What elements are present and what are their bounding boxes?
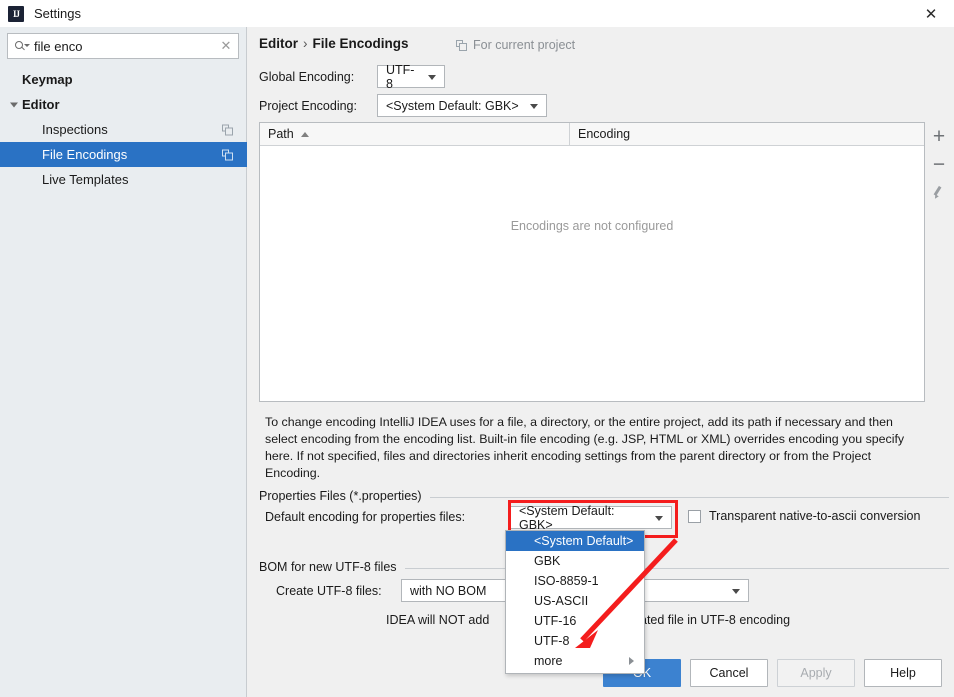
window-title: Settings — [34, 6, 81, 21]
sidebar-item-label: Editor — [22, 97, 60, 112]
add-encoding-button[interactable]: + — [926, 122, 952, 150]
dropdown-item-iso-8859-1[interactable]: ISO-8859-1 — [506, 571, 644, 591]
sidebar-item-file-encodings[interactable]: File Encodings — [0, 142, 247, 167]
sidebar-item-label: Keymap — [22, 72, 73, 87]
breadcrumb-separator: › — [303, 36, 308, 51]
create-utf8-files-row: Create UTF-8 files: — [276, 584, 382, 598]
chevron-down-icon — [428, 74, 436, 80]
clear-search-icon[interactable]: ✕ — [214, 38, 238, 54]
bom-hint-left: IDEA will NOT add — [386, 613, 489, 627]
intellij-idea-logo-icon: IJ — [8, 5, 24, 22]
sidebar-item-keymap[interactable]: Keymap — [0, 67, 247, 92]
sidebar-item-live-templates[interactable]: Live Templates — [0, 167, 247, 192]
default-encoding-label: Default encoding for properties files: — [265, 510, 466, 524]
dropdown-item-label: ISO-8859-1 — [534, 574, 599, 588]
search-icon[interactable] — [8, 40, 34, 52]
chevron-down-icon — [655, 515, 663, 521]
settings-dialog: IJ Settings ✕ ✕ Keymap Editor Inspection… — [0, 0, 954, 697]
default-encoding-value: <System Default: GBK> — [519, 503, 615, 532]
table-header: Path Encoding — [260, 123, 924, 146]
chevron-right-icon — [629, 657, 634, 665]
dropdown-item-label: UTF-16 — [534, 614, 577, 628]
bom-hint-left-text: IDEA will NOT add — [386, 613, 490, 627]
pencil-icon — [932, 185, 946, 200]
for-current-project-label: For current project — [456, 38, 575, 52]
dropdown-item-gbk[interactable]: GBK — [506, 551, 644, 571]
default-properties-encoding-row: Default encoding for properties files: — [265, 510, 465, 524]
cancel-button[interactable]: Cancel — [690, 659, 768, 687]
sidebar-item-label: Live Templates — [42, 172, 129, 187]
column-label: Path — [268, 127, 294, 141]
chevron-down-icon — [732, 588, 740, 594]
table-empty-message: Encodings are not configured — [510, 219, 674, 233]
dropdown-item-system-default[interactable]: <System Default> — [506, 531, 644, 551]
encodings-table[interactable]: Path Encoding Encodings are not configur… — [259, 122, 925, 402]
dropdown-item-utf-8[interactable]: UTF-8 — [506, 631, 644, 651]
encodings-description: To change encoding IntelliJ IDEA uses fo… — [265, 415, 905, 480]
default-encoding-combo[interactable]: <System Default: GBK> — [510, 503, 672, 532]
column-header-path[interactable]: Path — [260, 123, 570, 145]
sidebar-item-label: File Encodings — [42, 147, 128, 162]
create-utf8-value: with NO BOM — [410, 583, 487, 598]
sidebar-item-editor[interactable]: Editor — [0, 92, 247, 117]
dropdown-item-utf-16[interactable]: UTF-16 — [506, 611, 644, 631]
global-encoding-value: UTF-8 — [386, 62, 415, 91]
properties-group-title: Properties Files (*.properties) — [259, 489, 430, 503]
transparent-native-to-ascii-label: Transparent native-to-ascii conversion — [709, 509, 921, 523]
project-scope-icon — [456, 39, 467, 51]
breadcrumb-parent[interactable]: Editor — [259, 36, 298, 51]
project-encoding-combo[interactable]: <System Default: GBK> — [377, 94, 547, 117]
sidebar-item-inspections[interactable]: Inspections — [0, 117, 247, 142]
edit-encoding-button[interactable] — [926, 178, 952, 206]
column-label: Encoding — [578, 127, 631, 141]
title-bar: IJ Settings ✕ — [0, 0, 954, 27]
dialog-button-bar: OK Cancel Apply Help — [603, 659, 942, 687]
chevron-down-icon — [530, 103, 538, 109]
page-title: File Encodings — [312, 36, 409, 51]
project-scope-icon — [222, 149, 233, 160]
bom-group-title: BOM for new UTF-8 files — [259, 560, 405, 574]
transparent-native-to-ascii-row[interactable]: Transparent native-to-ascii conversion — [688, 509, 920, 523]
search-input[interactable] — [34, 38, 214, 54]
create-utf8-label: Create UTF-8 files: — [276, 584, 382, 598]
bom-hint-right-text: ated file in UTF-8 encoding — [640, 613, 791, 627]
dropdown-item-more[interactable]: more — [506, 651, 644, 671]
global-encoding-label: Global Encoding: — [259, 69, 355, 84]
dropdown-item-us-ascii[interactable]: US-ASCII — [506, 591, 644, 611]
transparent-native-to-ascii-checkbox[interactable] — [688, 509, 701, 523]
dropdown-item-label: <System Default> — [534, 534, 634, 548]
sort-ascending-icon — [300, 131, 309, 137]
project-scope-icon — [222, 124, 233, 135]
dropdown-item-label: UTF-8 — [534, 634, 570, 648]
sidebar-item-label: Inspections — [42, 122, 108, 137]
search-field[interactable]: ✕ — [7, 33, 239, 59]
dropdown-item-label: more — [534, 654, 563, 668]
close-icon[interactable]: ✕ — [908, 0, 954, 27]
project-encoding-value: <System Default: GBK> — [386, 98, 519, 113]
project-encoding-row: Project Encoding: <System Default: GBK> — [259, 94, 547, 117]
breadcrumb: Editor › File Encodings — [259, 36, 409, 51]
column-header-encoding[interactable]: Encoding — [570, 123, 924, 145]
encoding-dropdown-popup[interactable]: <System Default> GBK ISO-8859-1 US-ASCII… — [505, 530, 645, 674]
global-encoding-combo[interactable]: UTF-8 — [377, 62, 445, 91]
chevron-down-icon[interactable] — [10, 102, 18, 107]
settings-nav-tree: Keymap Editor Inspections File Encodings… — [0, 67, 247, 192]
help-button[interactable]: Help — [864, 659, 942, 687]
settings-sidebar: ✕ Keymap Editor Inspections File Encodin… — [0, 27, 247, 697]
bom-hint-right: ated file in UTF-8 encoding — [640, 613, 790, 627]
dropdown-item-label: GBK — [534, 554, 561, 568]
table-toolbar: + − — [926, 122, 952, 206]
project-encoding-label: Project Encoding: — [259, 98, 357, 113]
apply-button: Apply — [777, 659, 855, 687]
global-encoding-row: Global Encoding: UTF-8 — [259, 62, 445, 91]
dropdown-item-label: US-ASCII — [534, 594, 589, 608]
for-current-project-text: For current project — [473, 38, 576, 52]
remove-encoding-button[interactable]: − — [926, 150, 952, 178]
